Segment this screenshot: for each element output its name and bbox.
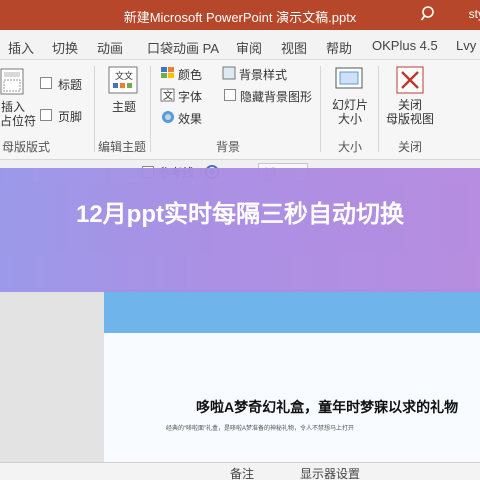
tab-pocket-animation[interactable]: 口袋动画 PA	[147, 38, 219, 57]
edit-theme-group-label: 编辑主题	[98, 140, 147, 154]
theme-icon[interactable]: 文 文	[108, 66, 138, 94]
ribbon-separator	[320, 66, 321, 152]
hide-background-label: 隐藏背景图形	[240, 90, 313, 104]
menu-bar: 插入 切换 动画 口袋动画 PA 审阅 视图 帮助 OKPlus 4.5 Lvy	[0, 30, 480, 60]
title-checkbox[interactable]	[40, 77, 52, 89]
footer-checkbox-label: 页脚	[58, 110, 83, 124]
ribbon-separator	[94, 66, 95, 152]
colors-button[interactable]: 颜色	[178, 66, 202, 83]
slide-banner	[104, 289, 480, 333]
overlay-banner: 12月ppt实时每隔三秒自动切换	[0, 168, 480, 292]
slide-size-icon[interactable]	[334, 66, 364, 92]
search-icon[interactable]	[420, 5, 438, 23]
effects-icon[interactable]	[160, 110, 176, 124]
close-master-view-icon[interactable]	[396, 66, 424, 94]
ribbon: 插入 占位符 标题 页脚 母版版式 文 文 主题 编辑主题 颜色 文 字体 效果…	[0, 60, 480, 160]
background-styles-icon[interactable]	[222, 66, 236, 80]
tab-view[interactable]: 视图	[281, 38, 307, 57]
slide-size-button[interactable]: 幻灯片 大小	[330, 98, 370, 126]
svg-text:文: 文	[115, 70, 124, 82]
ribbon-separator	[378, 66, 379, 152]
slide-heading: 哆啦A梦奇幻礼盒，童年时梦寐以求的礼物	[196, 399, 459, 415]
colors-icon[interactable]	[160, 66, 176, 80]
theme-button[interactable]: 主题	[112, 98, 136, 115]
tab-animations[interactable]: 动画	[97, 38, 123, 57]
title-bar: 新建Microsoft PowerPoint 演示文稿.pptx sty	[0, 0, 480, 30]
slide-canvas[interactable]: 哆啦A梦奇幻礼盒，童年时梦寐以求的礼物 经典的“哆啦面”礼盒，是哆啦A梦准备的神…	[104, 289, 480, 467]
slide-subtitle: 经典的“哆啦面”礼盒，是哆啦A梦准备的神秘礼物，令人不禁想马上打开	[166, 426, 354, 432]
svg-text:文: 文	[124, 70, 133, 82]
status-bar: 备注 显示器设置	[0, 462, 480, 480]
insert-placeholder-button[interactable]: 插入 占位符	[0, 100, 36, 128]
fonts-button[interactable]: 字体	[178, 88, 202, 105]
notes-button[interactable]: 备注	[230, 465, 254, 480]
background-styles-button[interactable]: 背景样式	[239, 66, 287, 83]
background-group-label: 背景	[216, 140, 241, 154]
size-group-label: 大小	[338, 140, 363, 154]
tab-review[interactable]: 审阅	[236, 38, 262, 57]
tab-okplus[interactable]: OKPlus 4.5	[372, 38, 438, 53]
close-group-label: 关闭	[398, 140, 423, 154]
layout-group-label: 母版版式	[2, 140, 51, 154]
tab-transitions[interactable]: 切换	[52, 38, 78, 57]
close-master-view-button[interactable]: 关闭 母版视图	[384, 98, 436, 126]
effects-button[interactable]: 效果	[178, 110, 202, 127]
footer-checkbox[interactable]	[40, 109, 52, 121]
tab-help[interactable]: 帮助	[326, 38, 352, 57]
fonts-icon[interactable]: 文	[160, 88, 176, 102]
overlay-title: 12月ppt实时每隔三秒自动切换	[75, 201, 404, 228]
display-settings-button[interactable]: 显示器设置	[300, 465, 360, 480]
insert-placeholder-icon[interactable]	[0, 68, 26, 96]
hide-background-checkbox[interactable]	[224, 89, 236, 101]
tab-insert[interactable]: 插入	[8, 38, 34, 57]
svg-text:文: 文	[163, 89, 173, 102]
tab-lvy[interactable]: Lvy	[456, 38, 476, 53]
user-name[interactable]: sty	[469, 7, 480, 21]
ribbon-separator	[150, 66, 151, 152]
title-checkbox-label: 标题	[58, 78, 83, 92]
window-title: 新建Microsoft PowerPoint 演示文稿.pptx	[123, 10, 357, 25]
